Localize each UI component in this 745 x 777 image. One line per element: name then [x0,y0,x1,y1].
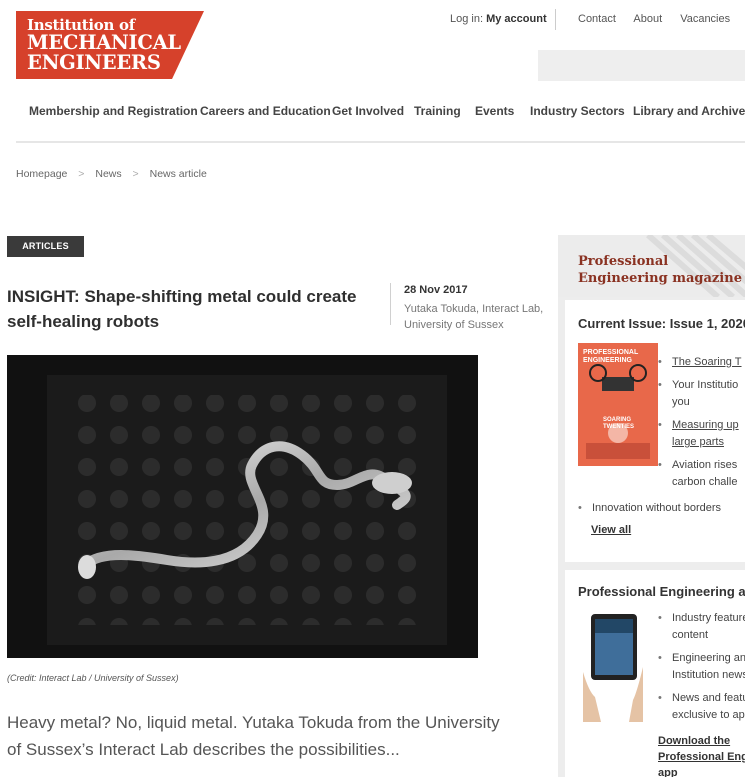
imeche-logo[interactable]: Institution of MECHANICAL ENGINEERS [16,11,204,79]
issue-list-extra: Innovation without borders [578,500,745,523]
magazine-title[interactable]: Professional Engineering magazine [578,253,745,287]
magazine-header: Professional Engineering magazine [558,235,745,297]
search-input[interactable] [538,50,745,81]
breadcrumb-current: News article [149,168,207,180]
nav-training[interactable]: Training [414,104,461,118]
my-account-link[interactable]: My account [486,13,547,25]
nav-careers[interactable]: Careers and Education [200,104,331,118]
nav-events[interactable]: Events [475,104,514,118]
about-link[interactable]: About [633,13,662,25]
drone-illustration [586,364,650,459]
view-all-link[interactable]: View all [591,524,631,536]
contact-link[interactable]: Contact [578,13,616,25]
app-feature-list: Industry feature content Engineering and… [658,610,745,730]
login-prefix: Log in: [450,13,484,25]
tablet-app-image [583,614,643,722]
article-photo [7,355,478,658]
logo-line-3: ENGINEERS [27,51,161,74]
nav-membership[interactable]: Membership and Registration [29,104,198,118]
photo-caption: (Credit: Interact Lab / University of Su… [7,673,179,683]
article-intro: Heavy metal? No, liquid metal. Yutaka To… [7,713,500,759]
current-issue-card: Current Issue: Issue 1, 2020 PROFESSIONA… [565,300,745,562]
breadcrumb-separator: > [132,168,139,180]
nav-industry-sectors[interactable]: Industry Sectors [530,104,625,118]
issue-item[interactable]: Measuring up large parts [658,417,745,451]
utility-links: Contact About Vacancies P [578,13,745,25]
article-title: INSIGHT: Shape-shifting metal could crea… [7,287,357,331]
app-feature-item: News and featu exclusive to app [658,690,745,724]
app-card: Professional Engineering ap Industry fea… [565,570,745,777]
logo-line-2: MECHANICAL [27,31,181,54]
app-feature-item: Industry feature content [658,610,745,644]
issue-item[interactable]: Aviation rises carbon challe [658,457,745,491]
nav-get-involved[interactable]: Get Involved [332,104,404,118]
issue-item[interactable]: Innovation without borders [578,500,745,517]
issue-item[interactable]: The Soaring T [658,354,745,371]
issue-item[interactable]: Your Institutio you [658,377,745,411]
article-date: 28 Nov 2017 [404,284,468,296]
breadcrumb-news[interactable]: News [95,168,121,180]
app-feature-item: Engineering and Institution news [658,650,745,684]
login-area[interactable]: Log in: My account [450,13,547,25]
cover-feature: SOARING TWENTIES [603,417,634,430]
issue-list: The Soaring T Your Institutio you Measur… [658,354,745,497]
utility-divider [555,9,556,30]
magazine-cover[interactable]: PROFESSIONAL ENGINEERING SOARING TWENTIE… [578,343,658,466]
nav-library-archive[interactable]: Library and Archive [633,104,745,118]
article-author: Yutaka Tokuda, Interact Lab, University … [404,303,544,331]
vacancies-link[interactable]: Vacancies [680,13,730,25]
nav-divider [16,141,745,143]
meta-divider [390,283,391,325]
breadcrumb: Homepage > News > News article [16,168,207,180]
breadcrumb-homepage[interactable]: Homepage [16,168,67,180]
articles-badge[interactable]: ARTICLES [7,236,84,257]
breadcrumb-separator: > [78,168,85,180]
current-issue-heading: Current Issue: Issue 1, 2020 [578,316,745,331]
liquid-metal-image [7,355,478,658]
app-heading: Professional Engineering ap [578,584,745,599]
download-app-link[interactable]: Download the Professional Engi app [658,733,745,777]
